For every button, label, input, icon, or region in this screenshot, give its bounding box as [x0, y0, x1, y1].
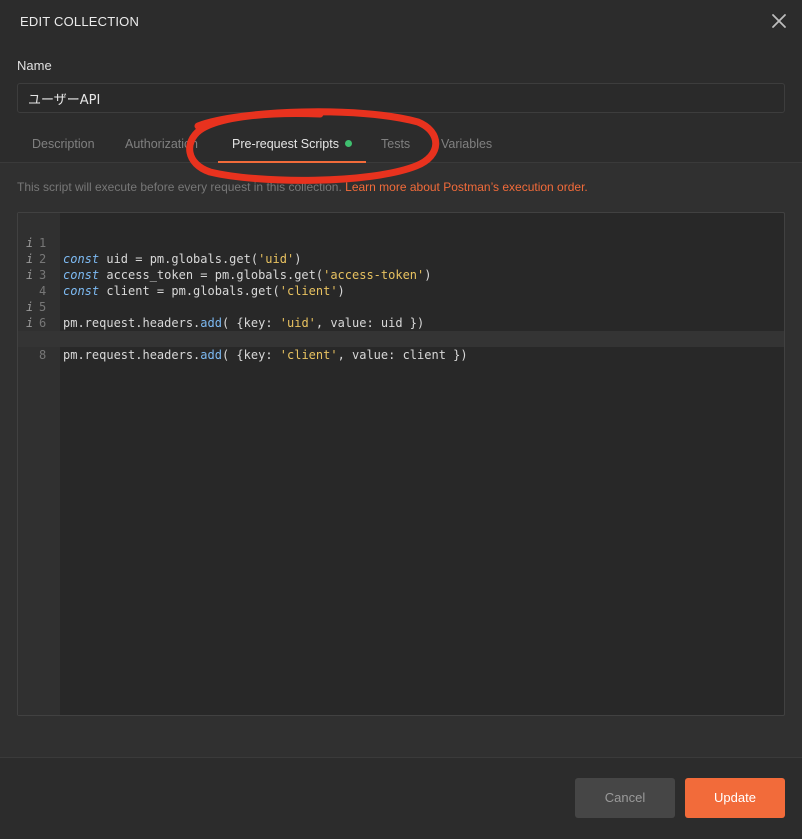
- code-line: 4: [18, 267, 784, 298]
- code-line: i7 pm.request.headers.add( {key: 'client…: [18, 315, 784, 362]
- collection-name-input[interactable]: [17, 83, 785, 113]
- code-line: i2 const access_token = pm.globals.get('…: [18, 235, 784, 282]
- tab-pre-request-scripts-label: Pre-request Scripts: [232, 137, 339, 151]
- status-dot-icon: [344, 140, 352, 147]
- code-line: i3 const client = pm.globals.get('client…: [18, 251, 784, 298]
- code-line: i1 const uid = pm.globals.get('uid'): [18, 219, 784, 266]
- tab-authorization[interactable]: Authorization: [125, 126, 198, 162]
- close-icon[interactable]: [768, 10, 790, 32]
- footer-divider: [0, 757, 802, 758]
- execution-order-link[interactable]: Learn more about Postman’s execution ord…: [345, 180, 588, 194]
- modal-header: EDIT COLLECTION: [0, 0, 802, 44]
- cancel-button[interactable]: Cancel: [575, 778, 675, 818]
- tab-pre-request-scripts[interactable]: Pre-request Scripts: [218, 126, 366, 163]
- tab-tests[interactable]: Tests: [381, 126, 410, 162]
- code-lines: i1 const uid = pm.globals.get('uid') i2 …: [18, 219, 784, 362]
- edit-collection-modal: EDIT COLLECTION Name Description Authori…: [0, 0, 802, 839]
- modal-title: EDIT COLLECTION: [20, 14, 140, 29]
- line-number: 8: [39, 348, 47, 362]
- code-line: i6 pm.request.headers.add( {key: 'access…: [18, 299, 784, 346]
- script-info-text: This script will execute before every re…: [17, 180, 342, 194]
- code-line: i5 pm.request.headers.add( {key: 'uid', …: [18, 283, 784, 330]
- tab-variables[interactable]: Variables: [441, 126, 492, 162]
- code-line-current: 8: [18, 331, 784, 362]
- code-text: pm.request.headers.add( {key: 'client', …: [63, 348, 468, 362]
- script-info: This script will execute before every re…: [17, 180, 588, 194]
- tab-bar: Description Authorization Pre-request Sc…: [0, 126, 802, 163]
- update-button[interactable]: Update: [685, 778, 785, 818]
- name-label: Name: [17, 58, 52, 73]
- tab-description[interactable]: Description: [32, 126, 95, 162]
- script-editor[interactable]: i1 const uid = pm.globals.get('uid') i2 …: [17, 212, 785, 716]
